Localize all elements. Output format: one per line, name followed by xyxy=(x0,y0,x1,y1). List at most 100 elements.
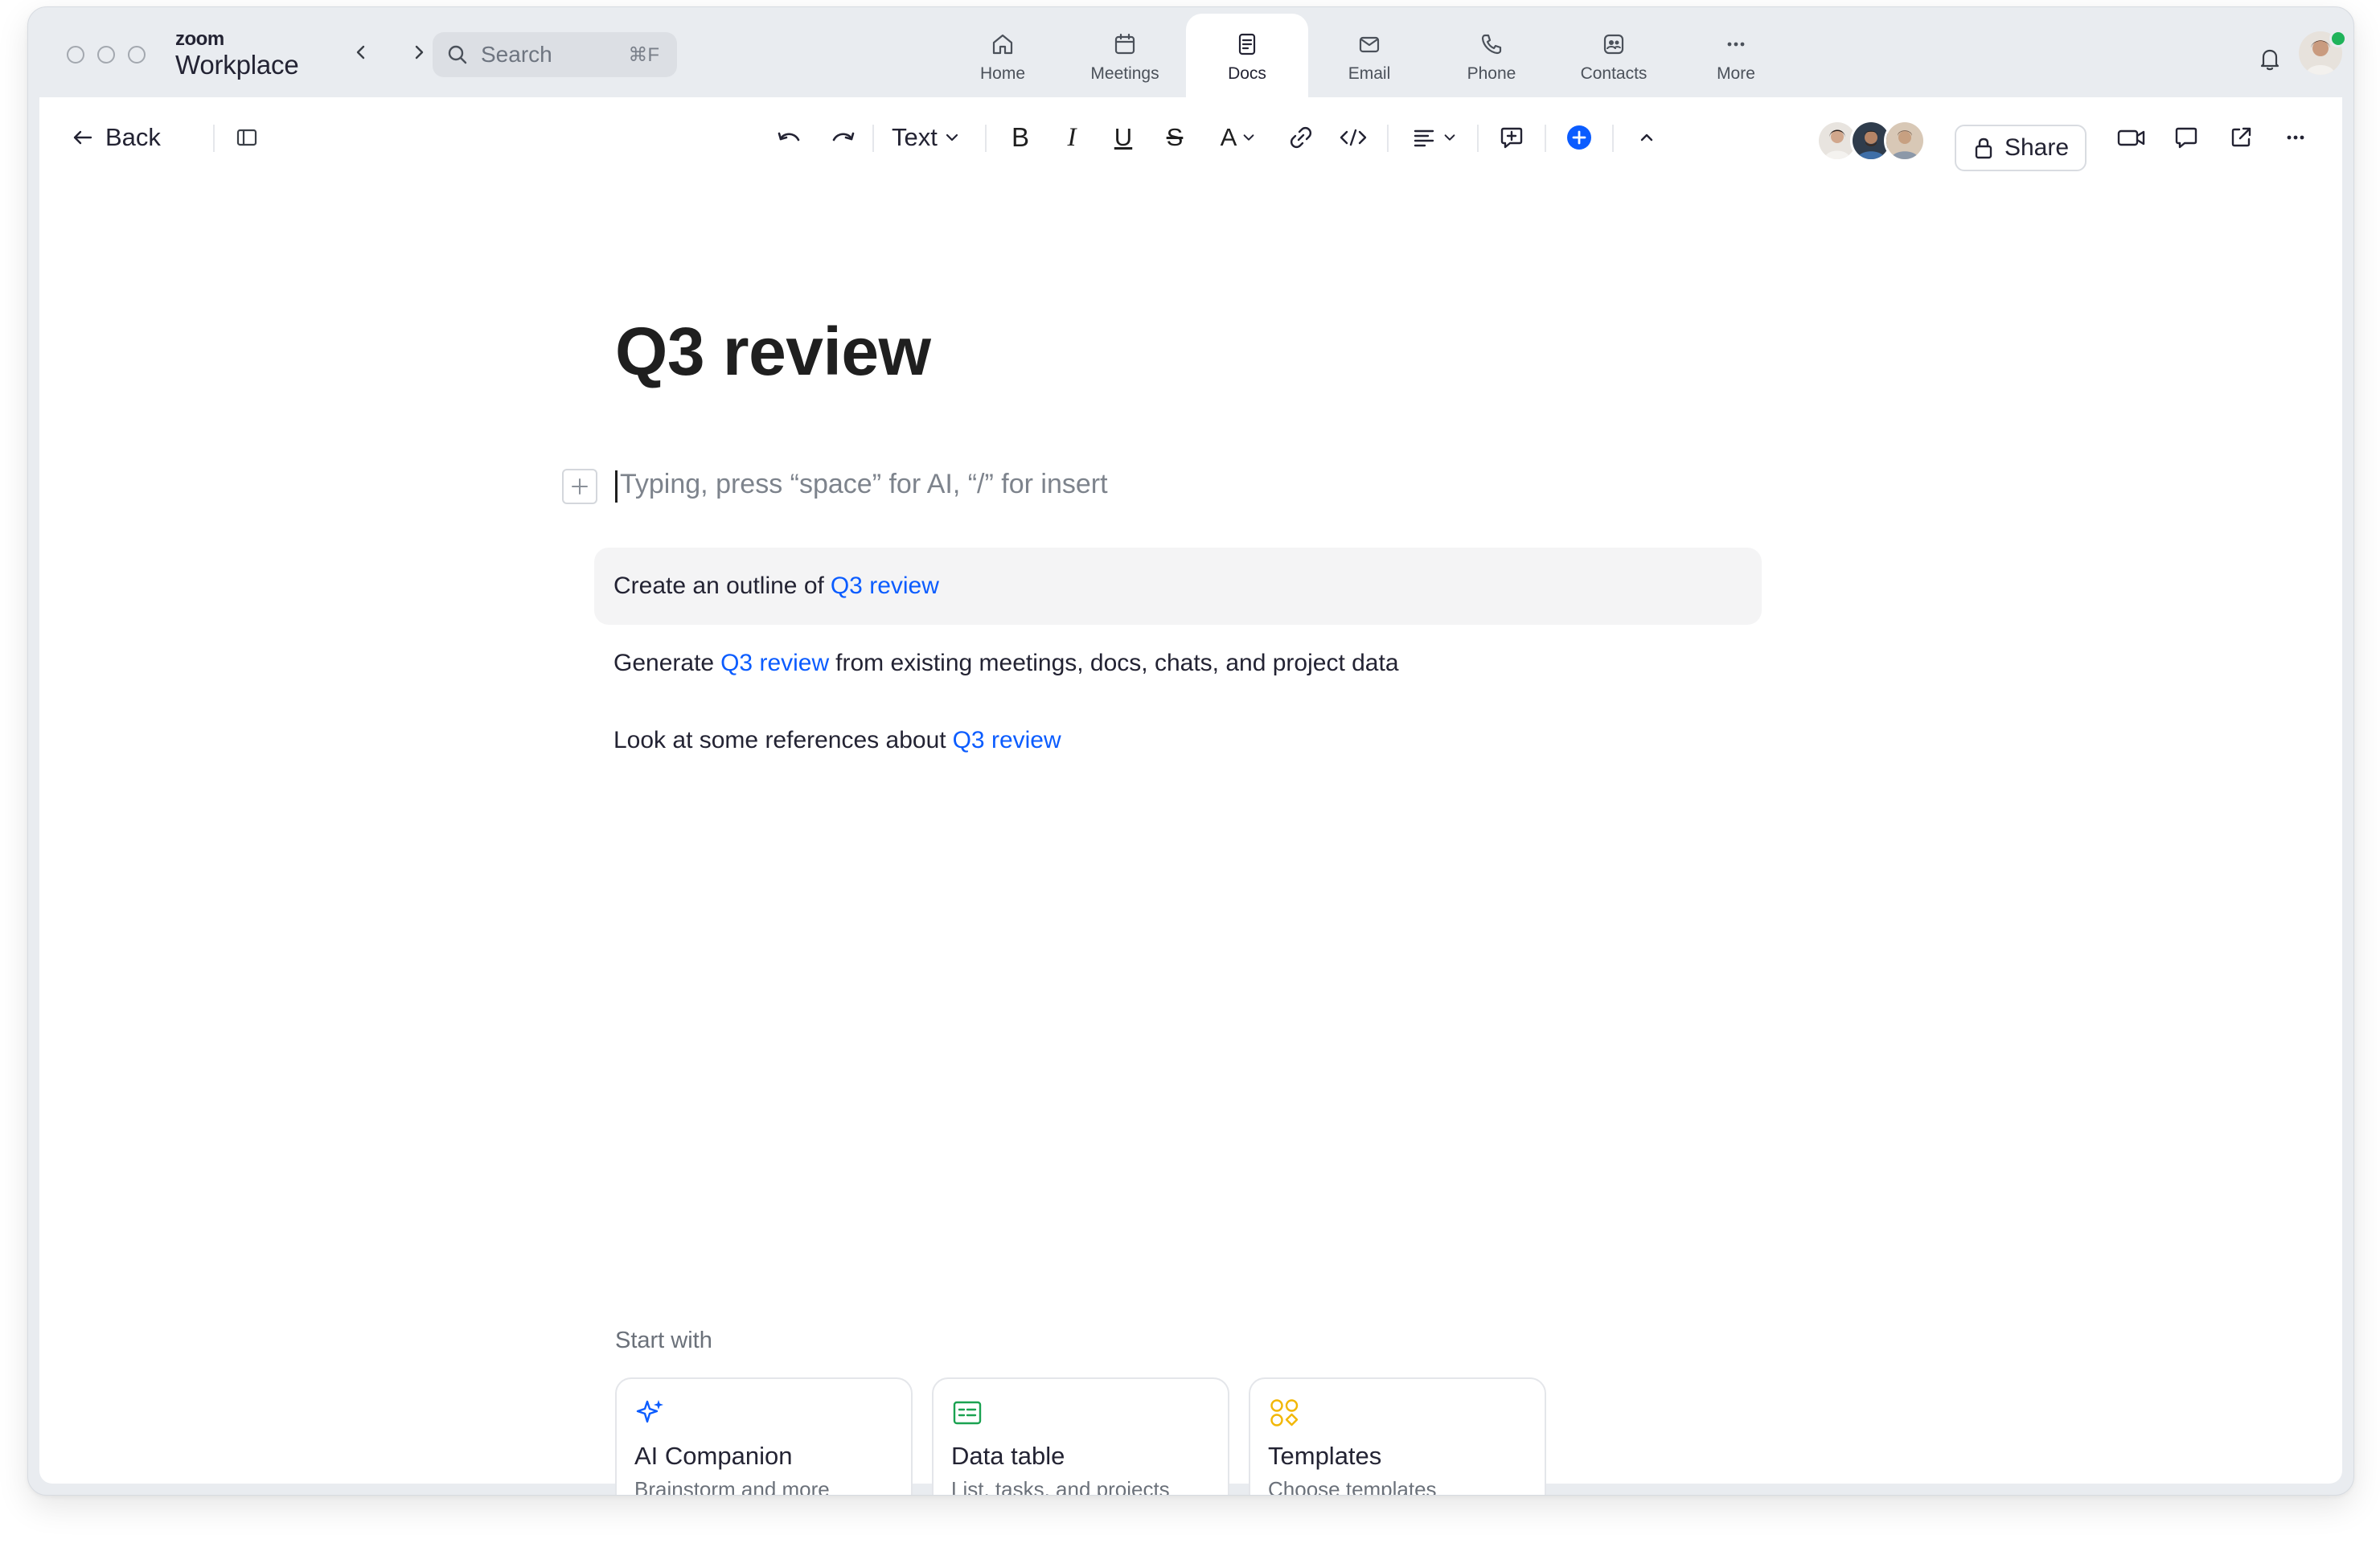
document-title[interactable]: Q3 review xyxy=(615,313,931,391)
insert-button[interactable] xyxy=(1562,121,1596,154)
brand-small: zoom xyxy=(175,28,224,50)
suggestion-reference: Q3 review xyxy=(720,650,830,676)
contacts-icon xyxy=(1603,34,1624,55)
nav-forward-button[interactable] xyxy=(406,39,432,65)
more-options-button[interactable] xyxy=(2278,121,2313,154)
tab-label: More xyxy=(1717,64,1755,83)
tab-label: Phone xyxy=(1467,64,1516,83)
document-icon xyxy=(1238,33,1256,55)
tab-meetings[interactable]: Meetings xyxy=(1064,14,1186,97)
app-logo: zoom Workplace xyxy=(175,28,299,81)
plus-icon xyxy=(572,478,588,495)
search-placeholder: Search xyxy=(481,42,552,67)
toolbar-divider xyxy=(1477,125,1479,152)
editor-input[interactable]: Typing, press “space” for AI, “/” for in… xyxy=(620,469,1108,500)
online-status-indicator xyxy=(2329,30,2347,47)
toolbar-divider xyxy=(1545,125,1546,152)
app-window: zoom Workplace Search ⌘F Home Meetings D… xyxy=(27,6,2354,1496)
align-dropdown[interactable] xyxy=(1405,121,1464,154)
tab-email[interactable]: Email xyxy=(1308,14,1430,97)
font-color-button[interactable]: A xyxy=(1210,121,1266,154)
more-horizontal-icon xyxy=(2287,135,2304,140)
chevron-down-icon xyxy=(946,133,958,142)
back-button[interactable]: Back xyxy=(70,121,161,154)
main-tabs: Home Meetings Docs Email Phone Contacts xyxy=(942,14,1797,97)
minimize-window-button[interactable] xyxy=(97,46,115,64)
chat-bubble-icon xyxy=(2175,127,2197,149)
undo-button[interactable] xyxy=(773,121,806,154)
docs-content: Back Text B I U S A Share Q3 review Typi… xyxy=(39,97,2342,1495)
tab-contacts[interactable]: Contacts xyxy=(1553,14,1675,97)
chevron-down-icon xyxy=(1444,134,1455,141)
tab-docs[interactable]: Docs xyxy=(1186,14,1308,97)
undo-icon xyxy=(778,132,800,142)
italic-button[interactable]: I xyxy=(1056,121,1088,154)
tab-label: Docs xyxy=(1228,64,1266,83)
suggestion-text: Look at some references about xyxy=(613,727,946,753)
toggle-sidebar-button[interactable] xyxy=(231,121,263,154)
envelope-icon xyxy=(1359,36,1380,53)
close-window-button[interactable] xyxy=(67,46,84,64)
maximize-window-button[interactable] xyxy=(128,46,146,64)
more-horizontal-icon xyxy=(1727,42,1745,47)
collaborator-avatars[interactable] xyxy=(1816,120,1926,162)
ai-companion-card[interactable]: AI Companion Brainstorm and more xyxy=(615,1377,913,1496)
toolbar-divider xyxy=(985,125,987,152)
add-comment-button[interactable] xyxy=(1495,121,1529,154)
comments-button[interactable] xyxy=(2169,121,2204,154)
ai-suggestion-item[interactable]: Generate Q3 review from existing meeting… xyxy=(594,625,1762,702)
home-icon xyxy=(992,34,1013,55)
text-cursor xyxy=(615,470,618,503)
search-icon xyxy=(448,45,467,64)
share-button[interactable]: Share xyxy=(1955,125,2087,171)
arrow-left-icon xyxy=(73,130,92,145)
toolbar-divider xyxy=(1387,125,1389,152)
avatar-image xyxy=(1886,122,1923,159)
toolbar-divider xyxy=(213,125,215,152)
editor-toolbar: Back Text B I U S A Share xyxy=(39,97,2342,178)
notifications-button[interactable] xyxy=(2255,44,2284,73)
redo-button[interactable] xyxy=(826,121,860,154)
shapes-icon xyxy=(1270,1399,1299,1426)
comment-add-icon xyxy=(1500,127,1523,149)
phone-icon xyxy=(1481,34,1502,55)
code-button[interactable] xyxy=(1336,121,1371,154)
nav-back-button[interactable] xyxy=(348,39,374,65)
tab-phone[interactable]: Phone xyxy=(1430,14,1553,97)
text-style-dropdown[interactable]: Text xyxy=(892,121,960,154)
open-external-button[interactable] xyxy=(2223,121,2259,154)
search-shortcut: ⌘F xyxy=(628,43,659,66)
ai-suggestion-item[interactable]: Look at some references about Q3 review xyxy=(594,702,1762,779)
lock-icon xyxy=(1975,138,1992,159)
suggestion-reference: Q3 review xyxy=(952,727,1061,753)
text-style-label: Text xyxy=(892,123,938,151)
underline-button[interactable]: U xyxy=(1107,121,1139,154)
data-table-card[interactable]: Data table List, tasks, and projects xyxy=(932,1377,1229,1495)
suggestion-text: Create an outline of xyxy=(613,573,824,599)
table-icon xyxy=(953,1401,982,1425)
sidebar-panel-icon xyxy=(236,129,257,146)
chevron-right-icon xyxy=(415,45,424,60)
strikethrough-button[interactable]: S xyxy=(1159,121,1191,154)
external-link-icon xyxy=(2231,127,2251,147)
start-meeting-button[interactable] xyxy=(2114,121,2149,154)
bold-icon: B xyxy=(1011,122,1029,152)
search-input[interactable]: Search ⌘F xyxy=(433,32,677,77)
back-label: Back xyxy=(105,123,161,151)
ai-suggestion-item[interactable]: Create an outline of Q3 review xyxy=(594,548,1762,625)
suggestion-text: Generate xyxy=(613,650,715,676)
bold-button[interactable]: B xyxy=(1004,121,1036,154)
card-subtitle: Brainstorm and more xyxy=(634,1477,830,1496)
tab-label: Email xyxy=(1348,64,1391,83)
video-camera-icon xyxy=(2117,129,2145,146)
link-button[interactable] xyxy=(1284,121,1318,154)
toolbar-divider xyxy=(1612,125,1614,152)
tab-home[interactable]: Home xyxy=(942,14,1064,97)
templates-card[interactable]: Templates Choose templates xyxy=(1249,1377,1546,1495)
collaborator-avatar xyxy=(1884,120,1926,162)
insert-block-button[interactable] xyxy=(562,469,597,504)
card-title: AI Companion xyxy=(634,1442,793,1470)
chevron-left-icon xyxy=(356,45,365,60)
collapse-toolbar-button[interactable] xyxy=(1630,121,1664,154)
tab-more[interactable]: More xyxy=(1675,14,1797,97)
